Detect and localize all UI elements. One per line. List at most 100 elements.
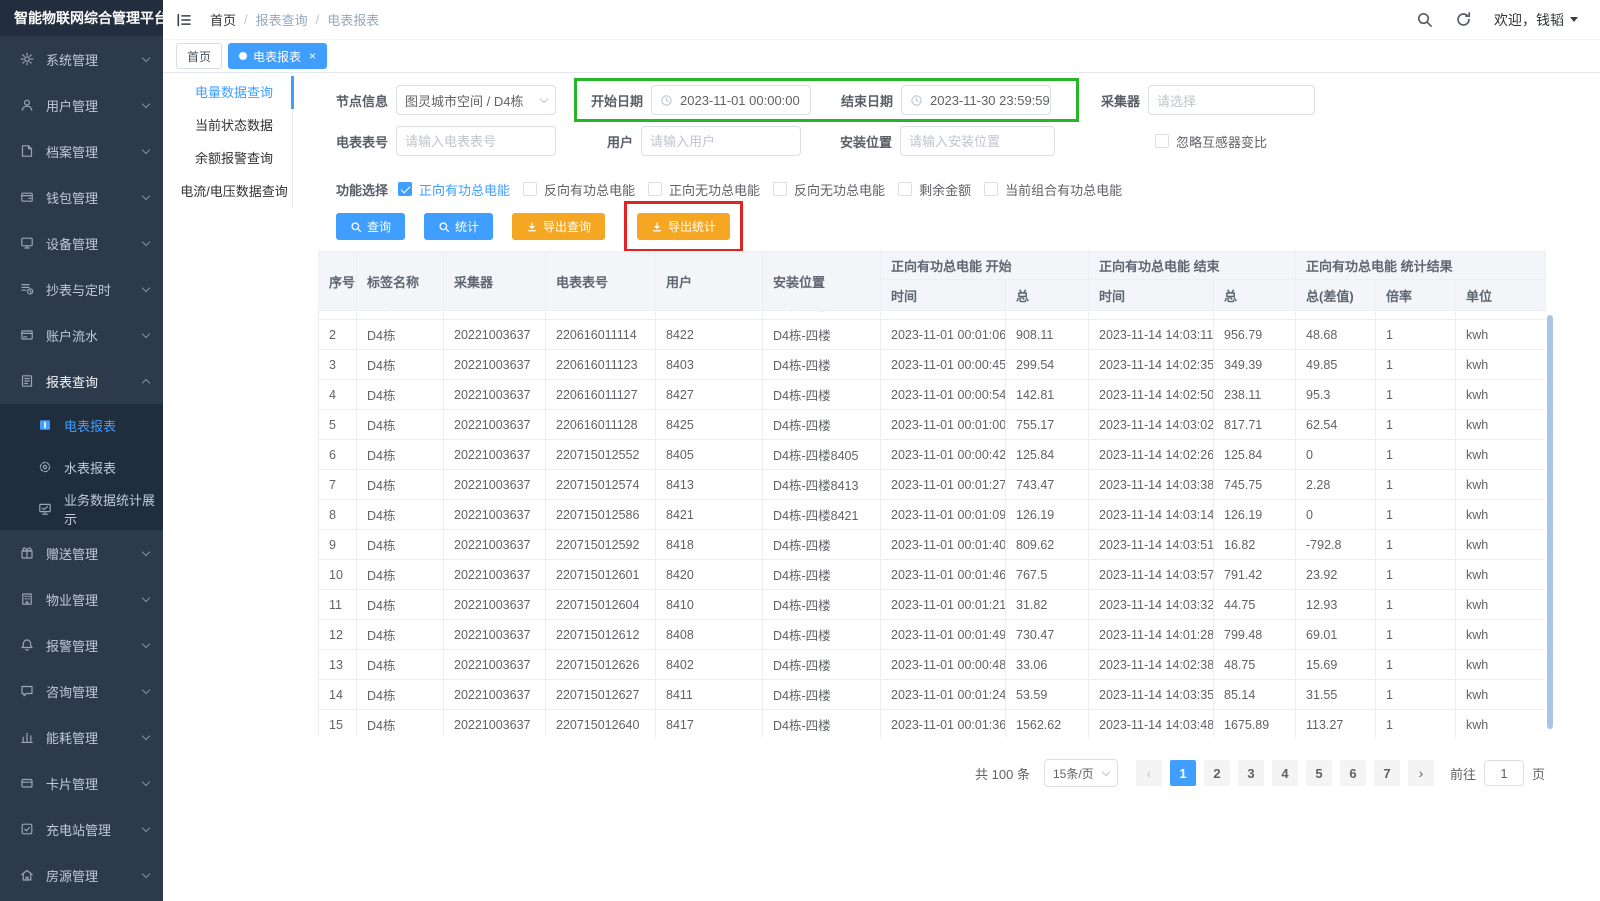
table-row[interactable]: 5D4栋202210036372206160111288425D4栋-四楼202… (319, 410, 1546, 440)
breadcrumb-item[interactable]: 电表报表 (327, 10, 379, 29)
sidebar-item[interactable]: 报警管理 (0, 622, 163, 668)
user-input[interactable] (650, 134, 792, 149)
sidebar-subitem[interactable]: 业务数据统计展示 (0, 488, 163, 530)
table-cell: kwh (1456, 311, 1546, 320)
function-checkbox[interactable]: 反向无功总电能 (773, 180, 885, 199)
end-date-input[interactable]: 2023-11-30 23:59:59 (901, 85, 1051, 115)
sidebar: 智能物联网综合管理平台 系统管理用户管理档案管理钱包管理设备管理抄表与定时账户流… (0, 0, 163, 901)
sidebar-item[interactable]: 档案管理 (0, 128, 163, 174)
user-icon (20, 98, 34, 112)
tab-home[interactable]: 首页 (176, 43, 222, 69)
meter-no-input[interactable] (405, 134, 547, 149)
goto-page-input[interactable] (1484, 760, 1524, 786)
table-cell: 7 (319, 470, 357, 500)
table-row[interactable]: 8D4栋202210036372207150125868421D4栋-四楼842… (319, 500, 1546, 530)
refresh-icon[interactable] (1455, 11, 1472, 28)
table-scrollbar[interactable] (1547, 315, 1553, 729)
prev-page-button[interactable]: ‹ (1136, 760, 1162, 786)
table-cell: D4栋 (357, 710, 444, 739)
sidebar-item[interactable]: 钱包管理 (0, 174, 163, 220)
sidebar-collapse-icon[interactable] (176, 12, 192, 28)
table-cell: 94.03 (1214, 311, 1296, 320)
table-cell: 2023-11-01 00:01:36 (881, 710, 1006, 739)
export-stat-button[interactable]: 导出统计 (637, 213, 730, 240)
archive-icon (20, 144, 34, 158)
sidebar-item[interactable]: 房源管理 (0, 852, 163, 898)
sidebar-item[interactable]: 用户管理 (0, 82, 163, 128)
table-row[interactable]: 7D4栋202210036372207150125748413D4栋-四楼841… (319, 470, 1546, 500)
start-date-input[interactable]: 2023-11-01 00:00:00 (651, 85, 811, 115)
table-cell: 33.06 (1006, 650, 1089, 680)
search-icon[interactable] (1416, 11, 1433, 28)
tab-meter-report[interactable]: 电表报表 × (228, 43, 327, 69)
table-cell: 2023-11-01 00:01:46 (881, 560, 1006, 590)
sidebar-item[interactable]: 赠送管理 (0, 530, 163, 576)
table-row[interactable]: 10D4栋202210036372207150126018420D4栋-四楼20… (319, 560, 1546, 590)
stat-button[interactable]: 统计 (424, 213, 493, 240)
consult-icon (20, 684, 34, 698)
export-query-button[interactable]: 导出查询 (512, 213, 605, 240)
table-cell: 755.17 (1006, 410, 1089, 440)
table-cell: 908.11 (1006, 320, 1089, 350)
breadcrumb-item[interactable]: 首页 (210, 10, 236, 29)
table-row[interactable]: 4D4栋202210036372206160111278427D4栋-四楼202… (319, 380, 1546, 410)
sidebar-item[interactable]: 设备管理 (0, 220, 163, 266)
chevron-down-icon (142, 823, 150, 831)
table-row[interactable]: 13D4栋202210036372207150126268402D4栋-四楼20… (319, 650, 1546, 680)
function-checkbox[interactable]: 当前组合有功总电能 (984, 180, 1122, 199)
breadcrumb-item[interactable]: 报表查询 (256, 10, 308, 29)
table-row[interactable]: 9D4栋202210036372207150125928418D4栋-四楼202… (319, 530, 1546, 560)
sidebar-item[interactable]: 报表查询 (0, 358, 163, 404)
sidebar-item[interactable]: 系统管理 (0, 36, 163, 82)
subnav-item[interactable]: 余额报警查询 (176, 142, 292, 175)
sidebar-item[interactable]: 物业管理 (0, 576, 163, 622)
user-menu[interactable]: 欢迎，钱韬 (1494, 10, 1578, 30)
sidebar-item[interactable]: 咨询管理 (0, 668, 163, 714)
subnav-item[interactable]: 当前状态数据 (176, 109, 292, 142)
page-button[interactable]: 6 (1340, 760, 1366, 786)
chevron-down-icon (1102, 767, 1110, 775)
function-checkbox[interactable]: 正向有功总电能 (398, 180, 510, 199)
sidebar-item[interactable]: 账户流水 (0, 312, 163, 358)
collector-select[interactable]: 请选择 (1148, 85, 1315, 115)
page-button[interactable]: 5 (1306, 760, 1332, 786)
page-button[interactable]: 2 (1204, 760, 1230, 786)
table-row[interactable]: 12D4栋202210036372207150126128408D4栋-四楼20… (319, 620, 1546, 650)
page-size-select[interactable]: 15条/页 (1044, 759, 1118, 787)
table-row[interactable]: 1D4栋202210036372206160111078426D4栋-四楼202… (319, 311, 1546, 320)
sidebar-item[interactable]: 能耗管理 (0, 714, 163, 760)
tab-close-icon[interactable]: × (309, 50, 316, 62)
page-button[interactable]: 7 (1374, 760, 1400, 786)
table-row[interactable]: 3D4栋202210036372206160111238403D4栋-四楼202… (319, 350, 1546, 380)
page-button[interactable]: 3 (1238, 760, 1264, 786)
sidebar-item[interactable]: 卡片管理 (0, 760, 163, 806)
table-cell: 8410 (656, 590, 763, 620)
table-row[interactable]: 6D4栋202210036372207150125528405D4栋-四楼840… (319, 440, 1546, 470)
page-button[interactable]: 4 (1272, 760, 1298, 786)
sidebar-subitem[interactable]: 电表报表 (0, 404, 163, 446)
table-row[interactable]: 15D4栋202210036372207150126408417D4栋-四楼20… (319, 710, 1546, 739)
sidebar-subitem[interactable]: 水表报表 (0, 446, 163, 488)
table-row[interactable]: 11D4栋202210036372207150126048410D4栋-四楼20… (319, 590, 1546, 620)
subnav-item[interactable]: 电流/电压数据查询 (176, 175, 292, 208)
goto-unit: 页 (1532, 764, 1545, 783)
sidebar-item[interactable]: 抄表与定时 (0, 266, 163, 312)
function-checkbox[interactable]: 正向无功总电能 (648, 180, 760, 199)
node-info-select[interactable]: 图灵城市空间 / D4栋 (396, 85, 556, 115)
location-input[interactable] (909, 134, 1046, 149)
query-button[interactable]: 查询 (336, 213, 405, 240)
table-cell: 2023-11-01 00:01:21 (881, 590, 1006, 620)
table-cell: 2023-11-14 14:03:48 (1089, 710, 1214, 739)
page-button[interactable]: 1 (1170, 760, 1196, 786)
function-checkbox[interactable]: 反向有功总电能 (523, 180, 635, 199)
table-cell: 817.71 (1214, 410, 1296, 440)
table-row[interactable]: 14D4栋202210036372207150126278411D4栋-四楼20… (319, 680, 1546, 710)
function-checkbox[interactable]: 剩余金额 (898, 180, 971, 199)
sidebar-item[interactable]: 充电站管理 (0, 806, 163, 852)
table-row[interactable]: 2D4栋202210036372206160111148422D4栋-四楼202… (319, 320, 1546, 350)
table-cell: 2023-11-01 00:01:27 (881, 470, 1006, 500)
next-page-button[interactable]: › (1408, 760, 1434, 786)
subnav-item[interactable]: 电量数据查询 (176, 76, 292, 109)
ignore-ct-checkbox[interactable]: 忽略互感器变比 (1155, 132, 1267, 151)
chevron-down-icon (142, 639, 150, 647)
